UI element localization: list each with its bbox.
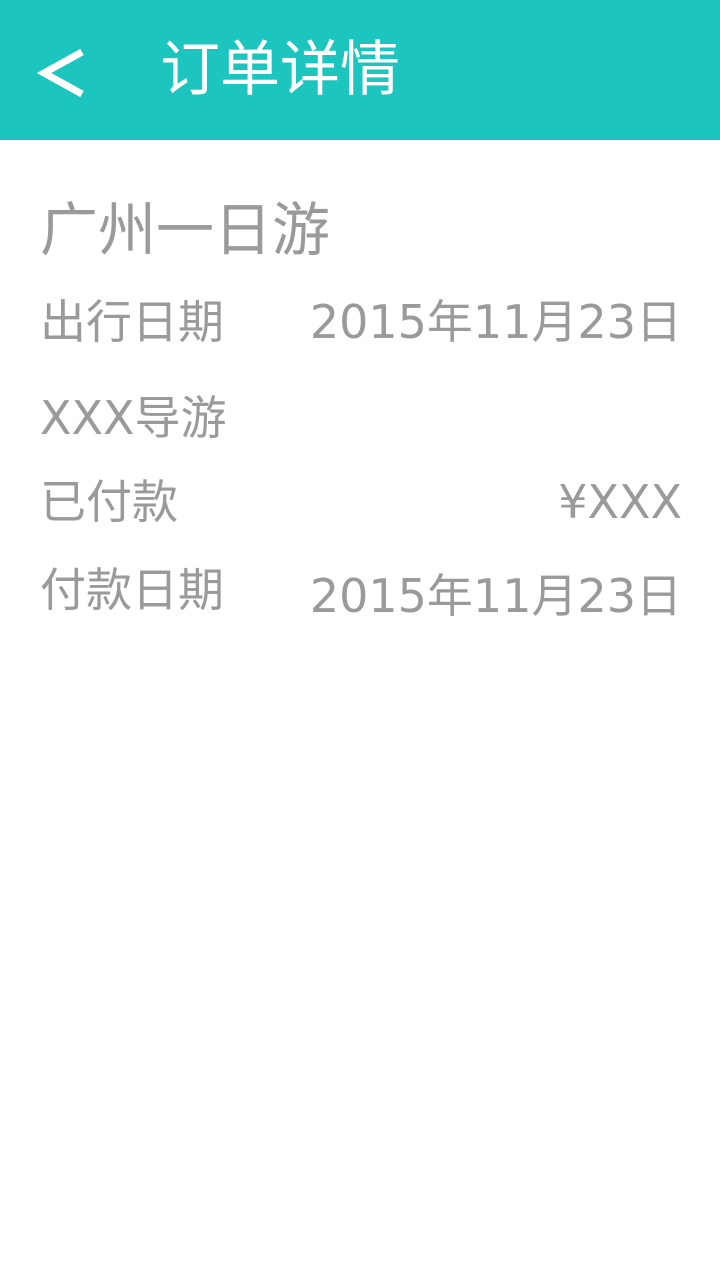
- guide-label: XXX导游: [40, 391, 227, 445]
- travel-date-value: 2015年11月23日: [309, 295, 682, 349]
- paid-label: 已付款: [40, 475, 178, 529]
- paid-amount: ¥XXX: [558, 475, 682, 529]
- app-header: 订单详情: [0, 0, 720, 140]
- payment-date-value: 2015年11月23日: [309, 569, 682, 623]
- payment-date-label: 付款日期: [40, 563, 224, 617]
- tour-name: 广州一日游: [40, 196, 331, 264]
- page-title: 订单详情: [160, 35, 400, 105]
- back-button[interactable]: [22, 30, 106, 114]
- order-detail-content: 广州一日游 出行日期 2015年11月23日 XXX导游 已付款 ¥XXX 付款…: [0, 140, 720, 1280]
- chevron-left-icon: [36, 48, 84, 98]
- travel-date-label: 出行日期: [40, 295, 224, 349]
